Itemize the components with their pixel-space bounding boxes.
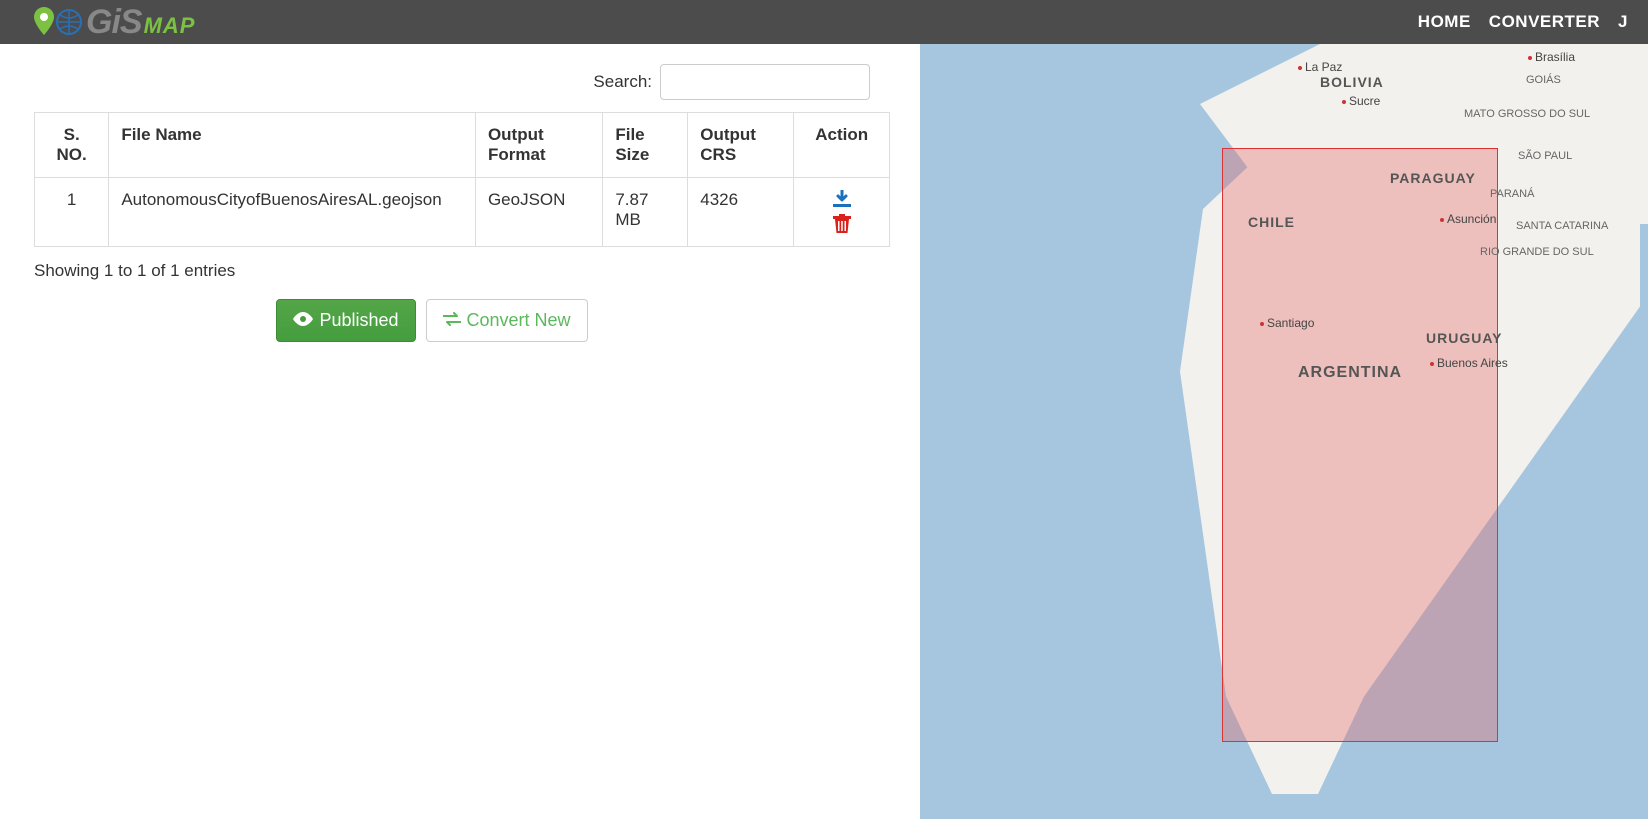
map-label-la-paz: La Paz <box>1298 60 1342 74</box>
nav-home[interactable]: HOME <box>1418 12 1471 32</box>
search-input[interactable] <box>660 64 870 100</box>
map-label-paraguay: PARAGUAY <box>1390 170 1476 186</box>
col-output-format[interactable]: Output Format <box>475 113 602 178</box>
map-label-rio-grande: RIO GRANDE DO SUL <box>1480 246 1570 258</box>
map-label-brasilia: Brasília <box>1528 50 1575 64</box>
cell-file-size: 7.87 MB <box>603 178 688 247</box>
map-label-santa-catarina: SANTA CATARINA <box>1516 220 1586 232</box>
col-filename[interactable]: File Name <box>109 113 476 178</box>
left-panel: Search: S. NO. File Name Output Format F… <box>0 44 920 819</box>
col-output-crs[interactable]: Output CRS <box>688 113 794 178</box>
cell-output-format: GeoJSON <box>475 178 602 247</box>
map-label-sao-paul: SÃO PAUL <box>1518 150 1572 162</box>
map-label-uruguay: URUGUAY <box>1426 330 1503 346</box>
map-panel[interactable]: La Paz BOLIVIA Sucre Brasília GOIÁS MATO… <box>920 44 1648 819</box>
search-row: Search: <box>34 64 890 100</box>
published-label: Published <box>319 310 398 331</box>
map-label-chile: CHILE <box>1248 214 1295 230</box>
cell-filename: AutonomousCityofBuenosAiresAL.geojson <box>109 178 476 247</box>
map-label-parana: PARANÁ <box>1490 188 1534 200</box>
logo-map: MAP <box>144 13 196 39</box>
logo-gis: GiS <box>86 3 142 42</box>
logo[interactable]: GiS MAP <box>34 3 195 42</box>
map-label-bolivia: BOLIVIA <box>1320 74 1384 90</box>
map-label-sucre: Sucre <box>1342 94 1380 108</box>
table-status: Showing 1 to 1 of 1 entries <box>34 261 890 281</box>
table-header-row: S. NO. File Name Output Format File Size… <box>35 113 890 178</box>
exchange-icon <box>443 310 461 331</box>
cell-sno: 1 <box>35 178 109 247</box>
globe-icon <box>56 9 82 42</box>
col-file-size[interactable]: File Size <box>603 113 688 178</box>
map-label-santiago: Santiago <box>1260 316 1314 330</box>
eye-icon <box>293 310 313 331</box>
download-icon[interactable] <box>832 190 852 208</box>
search-label: Search: <box>593 72 652 92</box>
map-label-buenos-aires: Buenos Aires <box>1430 356 1508 370</box>
map-selection-overlay <box>1222 148 1498 742</box>
nav-j[interactable]: J <box>1618 12 1628 32</box>
nav-converter[interactable]: CONVERTER <box>1489 12 1600 32</box>
nav: HOME CONVERTER J <box>1418 12 1628 32</box>
convert-new-button[interactable]: Convert New <box>426 299 588 342</box>
map-label-asuncion: Asunción <box>1440 212 1496 226</box>
table-row: 1 AutonomousCityofBuenosAiresAL.geojson … <box>35 178 890 247</box>
cell-output-crs: 4326 <box>688 178 794 247</box>
main: Search: S. NO. File Name Output Format F… <box>0 44 1648 819</box>
col-sno[interactable]: S. NO. <box>35 113 109 178</box>
map-label-goias: GOIÁS <box>1526 74 1561 86</box>
published-button[interactable]: Published <box>276 299 415 342</box>
col-action[interactable]: Action <box>794 113 890 178</box>
cell-action <box>794 178 890 247</box>
convert-new-label: Convert New <box>467 310 571 331</box>
map-label-argentina: ARGENTINA <box>1298 364 1402 382</box>
button-row: Published Convert New <box>4 299 860 342</box>
map-label-mato-grosso: MATO GROSSO DO SUL <box>1464 108 1534 120</box>
topbar: GiS MAP HOME CONVERTER J <box>0 0 1648 44</box>
files-table: S. NO. File Name Output Format File Size… <box>34 112 890 247</box>
pin-icon <box>34 7 54 42</box>
delete-icon[interactable] <box>833 214 851 234</box>
